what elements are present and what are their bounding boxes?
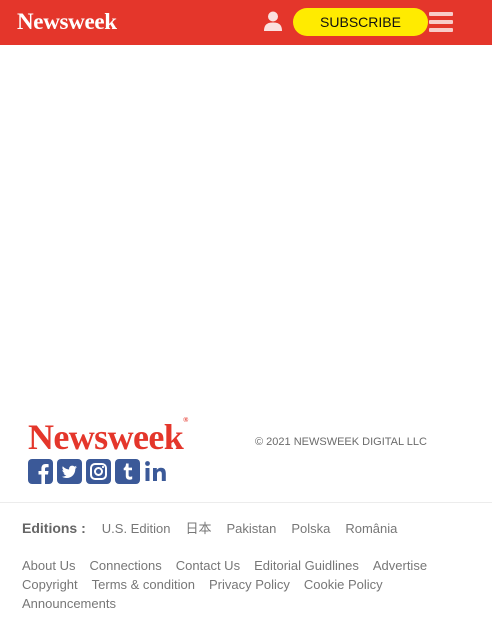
linkedin-icon[interactable] <box>144 457 169 485</box>
social-links <box>28 457 169 485</box>
footer-link-about-us[interactable]: About Us <box>22 558 75 574</box>
footer-logo-text: Newsweek <box>28 417 184 457</box>
footer-links: About Us Connections Contact Us Editoria… <box>22 558 462 612</box>
edition-us[interactable]: U.S. Edition <box>102 521 171 536</box>
footer-link-contact-us[interactable]: Contact Us <box>176 558 240 574</box>
registered-mark: ® <box>183 416 189 424</box>
footer-link-advertise[interactable]: Advertise <box>373 558 427 574</box>
tumblr-icon[interactable] <box>115 457 140 485</box>
user-icon[interactable] <box>263 10 283 32</box>
editions-bar: Editions : U.S. Edition 日本 Pakistan Pols… <box>22 518 412 537</box>
copyright-text: © 2021 NEWSWEEK DIGITAL LLC <box>255 436 427 448</box>
footer-link-editorial-guidelines[interactable]: Editorial Guidlines <box>254 558 359 574</box>
edition-polska[interactable]: Polska <box>291 521 330 536</box>
footer-link-privacy-policy[interactable]: Privacy Policy <box>209 577 290 593</box>
footer-link-cookie-policy[interactable]: Cookie Policy <box>304 577 383 593</box>
editions-title: Editions : <box>22 520 86 536</box>
edition-romania[interactable]: România <box>345 521 397 536</box>
footer-divider <box>0 502 492 503</box>
edition-pakistan[interactable]: Pakistan <box>226 521 276 536</box>
twitter-icon[interactable] <box>57 457 82 485</box>
header-logo[interactable]: Newsweek <box>17 9 117 35</box>
footer-logo[interactable]: Newsweek® <box>28 416 188 458</box>
footer-link-copyright[interactable]: Copyright <box>22 577 78 593</box>
facebook-icon[interactable] <box>28 457 53 485</box>
hamburger-menu-icon[interactable] <box>429 11 453 33</box>
edition-japan[interactable]: 日本 <box>185 518 211 537</box>
footer-link-terms[interactable]: Terms & condition <box>92 577 195 593</box>
instagram-icon[interactable] <box>86 457 111 485</box>
footer-link-announcements[interactable]: Announcements <box>22 596 116 612</box>
subscribe-button[interactable]: SUBSCRIBE <box>293 8 428 36</box>
footer-link-connections[interactable]: Connections <box>89 558 161 574</box>
top-navigation-bar: Newsweek SUBSCRIBE <box>0 0 492 45</box>
